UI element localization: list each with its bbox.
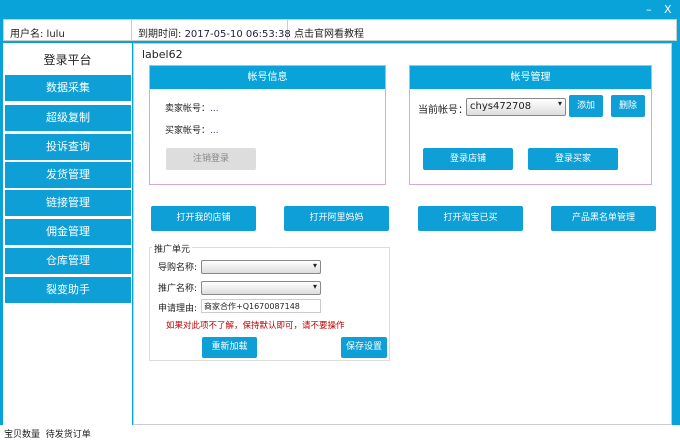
expire-value: 2017-05-10 06:53:38 [184, 29, 291, 40]
sidebar-item-complaint[interactable]: 投诉查询 [5, 134, 131, 160]
login-buyer-button[interactable]: 登录买家 [528, 148, 618, 170]
item-count-label: 宝贝数量 [4, 430, 41, 440]
account-mgmt-title: 帐号管理 [410, 66, 651, 89]
guide-select[interactable] [201, 260, 321, 274]
seller-value: ... [210, 104, 219, 114]
pending-orders-label: 待发货订单 [45, 430, 91, 440]
seller-label: 卖家帐号： [165, 104, 211, 114]
status-bar: 宝贝数量 待发货订单 [0, 425, 680, 441]
promo-group: 推广单元 导购名称: 推广名称: 申请理由: 商家合作+Q1670087148 … [149, 242, 390, 361]
minimize-button[interactable]: – [646, 3, 652, 16]
buyer-value: ... [210, 126, 219, 136]
reason-label: 申请理由: [158, 304, 198, 314]
expire-label: 到期时间: [138, 29, 185, 40]
open-my-shop-button[interactable]: 打开我的店铺 [151, 206, 256, 231]
current-account-label: 当前帐号： [418, 105, 468, 116]
username: 用户名: lulu [4, 20, 132, 40]
warning-text: 如果对此项不了解，保持默认即可，请不要操作 [166, 321, 345, 331]
sidebar-item-super-copy[interactable]: 超级复制 [5, 105, 131, 131]
promo-select[interactable] [201, 281, 321, 295]
reason-input[interactable]: 商家合作+Q1670087148 [201, 299, 321, 313]
label62: label62 [142, 48, 183, 61]
reload-button[interactable]: 重新加载 [202, 337, 257, 358]
main-panel: label62 帐号信息 卖家帐号：... 买家帐号：... 注销登录 帐号管理… [133, 43, 672, 425]
sidebar-item-links[interactable]: 链接管理 [5, 190, 131, 216]
sidebar-item-data-collect[interactable]: 数据采集 [5, 75, 131, 101]
account-mgmt-panel: 帐号管理 当前帐号： chys472708 添加 删除 登录店铺 登录买家 [409, 65, 652, 185]
promo-label: 推广名称: [158, 284, 198, 294]
sidebar-title: 登录平台 [43, 53, 92, 67]
info-bar: 用户名: lulu 到期时间: 2017-05-10 06:53:38 点击官网… [3, 19, 677, 41]
buyer-label: 买家帐号： [165, 126, 211, 136]
close-button[interactable]: X [664, 3, 672, 16]
login-shop-button[interactable]: 登录店铺 [423, 148, 513, 170]
delete-button[interactable]: 删除 [611, 95, 645, 117]
promo-title: 推广单元 [152, 242, 193, 255]
sidebar-item-warehouse[interactable]: 仓库管理 [5, 248, 131, 274]
open-alimama-button[interactable]: 打开阿里妈妈 [284, 206, 389, 231]
sidebar: 登录平台 数据采集 超级复制 投诉查询 发货管理 链接管理 佣金管理 仓库管理 … [3, 43, 132, 425]
logout-button[interactable]: 注销登录 [166, 148, 256, 170]
tutorial-link[interactable]: 点击官网看教程 [288, 20, 676, 40]
account-info-title: 帐号信息 [150, 66, 385, 89]
blacklist-button[interactable]: 产品黑名单管理 [551, 206, 656, 231]
account-info-panel: 帐号信息 卖家帐号：... 买家帐号：... 注销登录 [149, 65, 386, 185]
save-settings-button[interactable]: 保存设置 [341, 337, 387, 358]
sidebar-item-shipping[interactable]: 发货管理 [5, 162, 131, 188]
sidebar-item-fission[interactable]: 裂变助手 [5, 277, 131, 303]
add-button[interactable]: 添加 [569, 95, 603, 117]
guide-label: 导购名称: [158, 263, 198, 273]
expire-time: 到期时间: 2017-05-10 06:53:38 [132, 20, 291, 40]
sidebar-item-commission[interactable]: 佣金管理 [5, 219, 131, 245]
open-taobao-bought-button[interactable]: 打开淘宝已买 [418, 206, 523, 231]
current-account-select[interactable]: chys472708 [466, 98, 566, 116]
